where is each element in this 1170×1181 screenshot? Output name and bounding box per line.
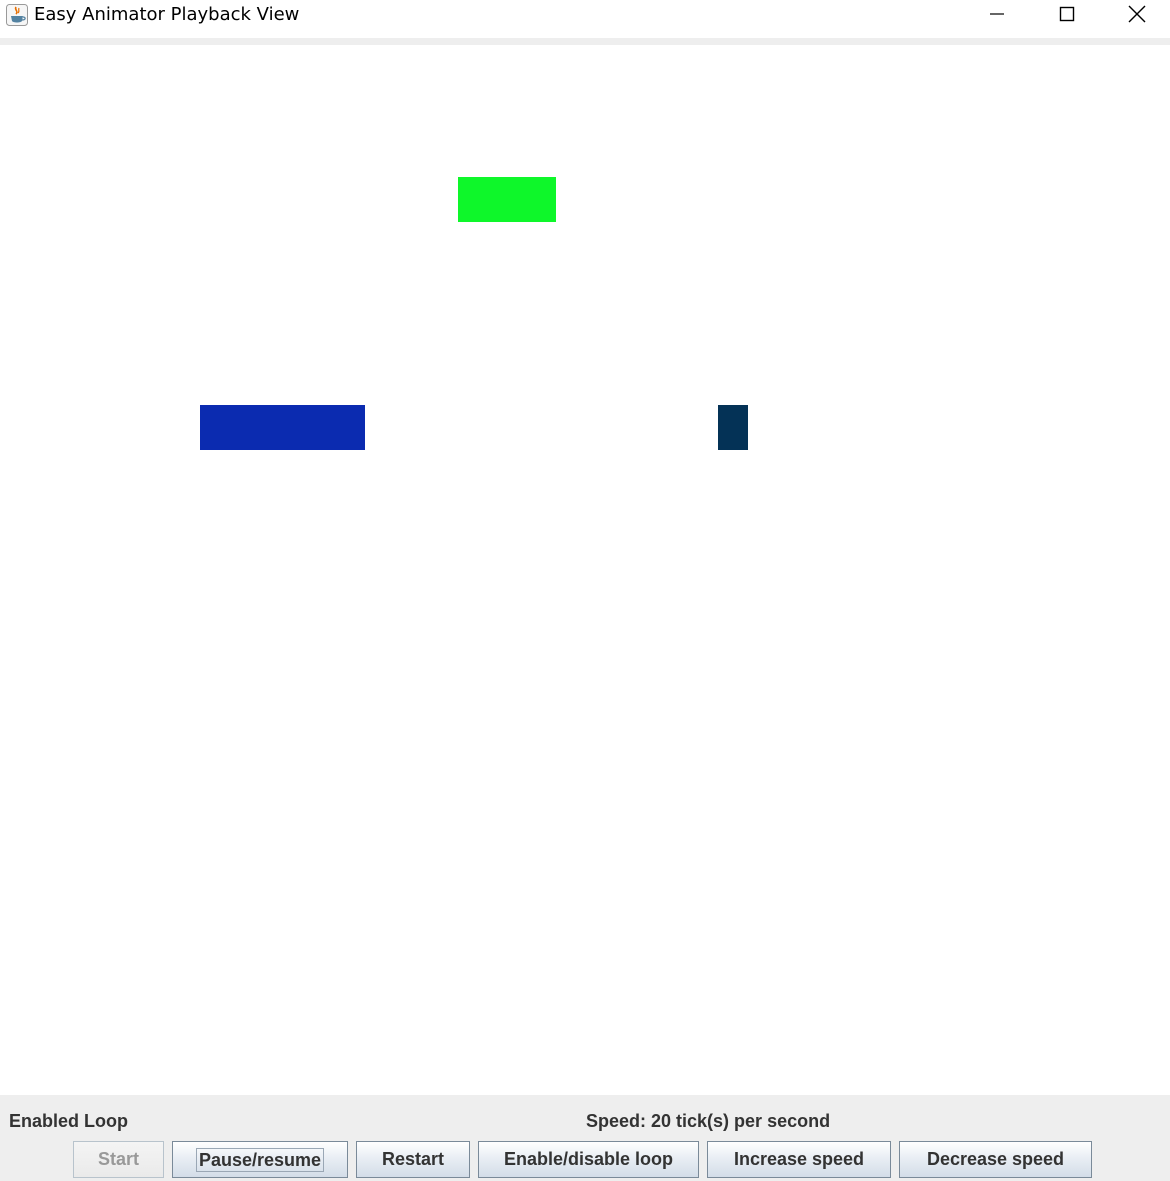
maximize-icon [1059,6,1075,27]
decrease-speed-button-label: Decrease speed [926,1149,1065,1169]
loop-status-label: Enabled Loop [9,1111,128,1131]
increase-speed-button-label: Increase speed [733,1149,865,1169]
toggle-loop-button[interactable]: Enable/disable loop [478,1141,699,1178]
decrease-speed-button[interactable]: Decrease speed [899,1141,1092,1178]
start-button-label: Start [97,1149,139,1169]
easy-animator-window: Easy Animator Playback View Enabled Loop… [0,0,1170,1181]
restart-button[interactable]: Restart [356,1141,470,1178]
window-title: Easy Animator Playback View [34,4,300,25]
blue-rectangle [200,405,365,450]
title-separator [0,38,1170,45]
pause-resume-button-label: Pause/resume [195,1147,325,1172]
minimize-button[interactable] [968,0,1026,32]
animation-canvas [0,45,1170,1095]
maximize-button[interactable] [1038,0,1096,32]
increase-speed-button[interactable]: Increase speed [707,1141,891,1178]
java-icon [6,4,28,26]
close-icon [1128,5,1146,28]
toggle-loop-button-label: Enable/disable loop [503,1149,674,1169]
pause-resume-button[interactable]: Pause/resume [172,1141,348,1178]
title-bar: Easy Animator Playback View [0,0,1170,38]
navy-rectangle [718,405,748,450]
start-button[interactable]: Start [73,1141,164,1178]
speed-status-label: Speed: 20 tick(s) per second [586,1111,831,1131]
control-panel: Enabled Loop Speed: 20 tick(s) per secon… [0,1095,1170,1181]
restart-button-label: Restart [381,1149,445,1169]
close-button[interactable] [1108,0,1166,32]
green-rectangle [458,177,556,222]
minimize-icon [989,6,1005,27]
